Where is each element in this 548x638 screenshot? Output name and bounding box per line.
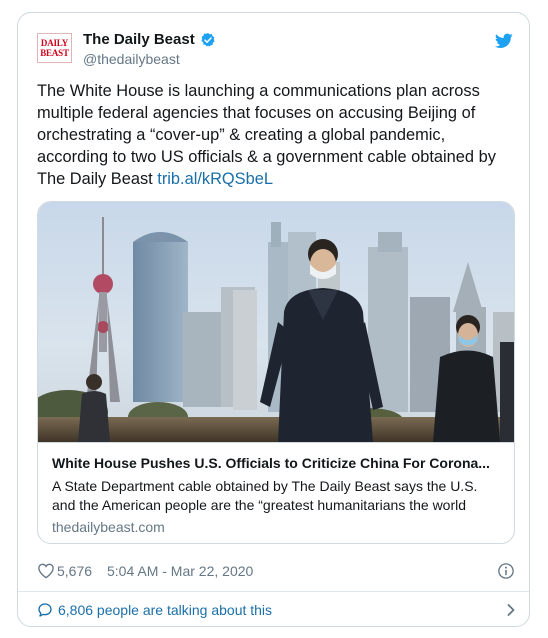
name-row: The Daily Beast bbox=[83, 31, 216, 48]
like-count[interactable]: 5,676 bbox=[57, 563, 92, 579]
article-photo bbox=[38, 202, 514, 442]
conversation-link[interactable]: 6,806 people are talking about this bbox=[37, 599, 517, 623]
display-name[interactable]: The Daily Beast bbox=[83, 31, 195, 48]
link-card-body: White House Pushes U.S. Officials to Cri… bbox=[38, 442, 514, 543]
heart-icon[interactable] bbox=[37, 562, 55, 579]
article-domain: thedailybeast.com bbox=[52, 519, 165, 535]
info-icon[interactable] bbox=[497, 562, 515, 580]
tweet-link[interactable]: trib.al/kRQSbeL bbox=[157, 170, 273, 188]
article-title[interactable]: White House Pushes U.S. Officials to Cri… bbox=[52, 455, 504, 471]
tweet-text: The White House is launching a communica… bbox=[37, 80, 517, 190]
speech-bubble-icon bbox=[38, 603, 52, 617]
logo-line2: BEAST bbox=[40, 48, 69, 58]
daily-beast-logo[interactable]: DAILY BEAST bbox=[37, 33, 72, 63]
divider bbox=[18, 591, 529, 592]
logo-line1: DAILY bbox=[40, 38, 69, 48]
verified-badge-icon bbox=[201, 32, 215, 47]
link-preview-card[interactable]: White House Pushes U.S. Officials to Cri… bbox=[37, 201, 515, 544]
tweet-meta: 5,676 5:04 AM - Mar 22, 2020 bbox=[37, 561, 517, 581]
handle[interactable]: @thedailybeast bbox=[83, 51, 180, 67]
embedded-tweet-card: DAILY BEAST The Daily Beast @thedailybea… bbox=[17, 12, 530, 627]
article-description: A State Department cable obtained by The… bbox=[52, 478, 478, 513]
conversation-count: 6,806 people are talking about this bbox=[58, 602, 273, 618]
tweet-header: DAILY BEAST The Daily Beast @thedailybea… bbox=[37, 29, 513, 71]
chevron-right-icon bbox=[507, 604, 515, 616]
twitter-bird-icon[interactable] bbox=[495, 33, 513, 49]
timestamp[interactable]: 5:04 AM - Mar 22, 2020 bbox=[107, 563, 253, 579]
